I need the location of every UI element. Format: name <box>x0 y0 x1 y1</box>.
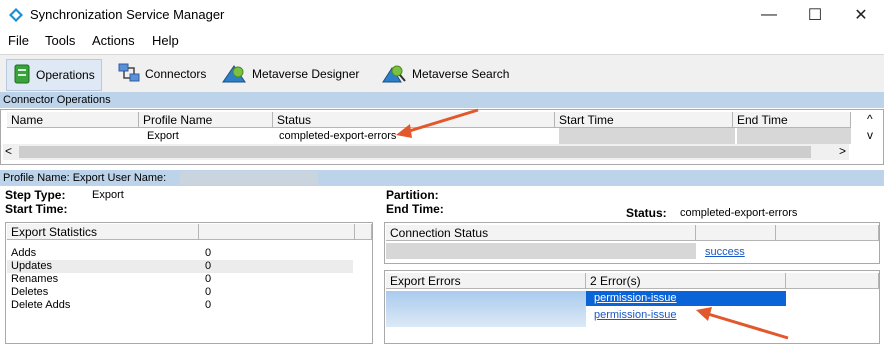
partition-label: Partition: <box>386 188 439 202</box>
step-type-value: Export <box>92 189 124 201</box>
scrollbar-thumb[interactable] <box>19 146 811 158</box>
stat-value: 0 <box>205 260 212 272</box>
row-status: completed-export-errors <box>279 130 397 142</box>
title-bar: Synchronization Service Manager — ☐ ✕ <box>0 0 884 30</box>
metaverse-designer-icon <box>221 62 247 87</box>
operations-label: Operations <box>36 68 95 82</box>
stat-value: 0 <box>205 247 212 259</box>
error-link[interactable]: permission-issue <box>594 309 677 321</box>
connectors-button[interactable]: Connectors <box>112 59 212 89</box>
connection-status-header[interactable]: Connection Status <box>386 225 696 241</box>
stat-label: Delete Adds <box>11 299 71 311</box>
metaverse-search-button[interactable]: Metaverse Search <box>375 59 515 89</box>
export-errors-panel: Export Errors 2 Error(s) permission-issu… <box>384 270 880 344</box>
menu-help[interactable]: Help <box>152 33 179 48</box>
close-button[interactable]: ✕ <box>838 0 884 30</box>
row-end-time <box>737 128 851 144</box>
connection-status-panel: Connection Status success <box>384 222 880 264</box>
success-link[interactable]: success <box>705 246 745 258</box>
connection-status-col3-header <box>776 225 879 241</box>
step-type-label: Step Type: <box>5 188 66 202</box>
scroll-up-icon[interactable]: ^ <box>867 112 873 126</box>
column-status[interactable]: Status <box>273 112 555 128</box>
menu-tools[interactable]: Tools <box>45 33 75 48</box>
redacted-connection <box>386 243 696 259</box>
menu-actions[interactable]: Actions <box>92 33 135 48</box>
stat-label: Updates <box>11 260 52 272</box>
scroll-right-icon[interactable]: > <box>839 144 846 158</box>
export-statistics-value-header[interactable] <box>199 224 355 240</box>
error-link[interactable]: permission-issue <box>594 292 677 304</box>
menu-bar: File Tools Actions Help <box>0 30 884 52</box>
stat-label: Renames <box>11 273 59 285</box>
window-title: Synchronization Service Manager <box>30 7 225 22</box>
sync-service-logo-icon <box>9 8 23 22</box>
export-statistics-header[interactable]: Export Statistics <box>7 224 199 240</box>
row-profile-name: Export <box>147 130 179 142</box>
list-item[interactable]: Renames 0 <box>7 273 353 286</box>
table-row[interactable]: Export completed-export-errors <box>5 128 851 144</box>
status-label: Status: <box>626 206 667 220</box>
horizontal-scrollbar[interactable]: < > <box>3 144 849 160</box>
operations-button[interactable]: Operations <box>6 59 102 91</box>
export-statistics-extra-header <box>355 224 372 240</box>
column-end-time[interactable]: End Time <box>733 112 851 128</box>
list-item[interactable]: Delete Adds 0 <box>7 299 353 312</box>
export-errors-header[interactable]: Export Errors <box>386 273 586 289</box>
column-start-time[interactable]: Start Time <box>555 112 733 128</box>
list-item[interactable]: Deletes 0 <box>7 286 353 299</box>
metaverse-designer-button[interactable]: Metaverse Designer <box>215 59 365 89</box>
error-item-selected[interactable]: permission-issue <box>586 291 786 306</box>
column-name[interactable]: Name <box>7 112 139 128</box>
stat-label: Adds <box>11 247 37 259</box>
toolbar: Operations Connectors Metaverse Designer… <box>0 54 884 94</box>
row-start-time <box>559 128 735 144</box>
connector-operations-grid: Name Profile Name Status Start Time End … <box>0 109 884 165</box>
menu-file[interactable]: File <box>8 33 29 48</box>
row-name <box>7 128 139 144</box>
column-profile-name[interactable]: Profile Name <box>139 112 273 128</box>
error-item[interactable]: permission-issue <box>586 308 786 323</box>
connectors-label: Connectors <box>145 67 207 81</box>
minimize-button[interactable]: — <box>746 0 792 30</box>
redacted-user-name <box>180 171 318 185</box>
list-item[interactable]: Adds 0 <box>7 247 353 260</box>
metaverse-designer-label: Metaverse Designer <box>252 67 360 81</box>
connection-status-col2-header <box>696 225 776 241</box>
scroll-left-icon[interactable]: < <box>5 144 12 158</box>
export-errors-extra-header <box>786 273 879 289</box>
profile-bar-text: Profile Name: Export User Name: <box>3 172 167 184</box>
connector-operations-header: Connector Operations <box>0 92 884 108</box>
maximize-button[interactable]: ☐ <box>792 0 838 30</box>
list-item[interactable]: Updates 0 <box>7 260 353 273</box>
metaverse-search-icon <box>381 62 407 87</box>
export-statistics-panel: Export Statistics Adds 0 Updates 0 Renam… <box>5 222 373 344</box>
metaverse-search-label: Metaverse Search <box>412 67 510 81</box>
profile-bar: Profile Name: Export User Name: <box>0 170 884 186</box>
scroll-down-icon[interactable]: v <box>867 128 873 142</box>
status-value: completed-export-errors <box>680 207 798 219</box>
operations-icon <box>13 64 31 87</box>
stat-label: Deletes <box>11 286 49 298</box>
stat-value: 0 <box>205 273 212 285</box>
export-errors-selected-row[interactable] <box>386 291 586 327</box>
stat-value: 0 <box>205 299 212 311</box>
end-time-label: End Time: <box>386 202 444 216</box>
start-time-label: Start Time: <box>5 202 68 216</box>
stat-value: 0 <box>205 286 212 298</box>
connectors-icon <box>118 62 140 87</box>
export-errors-count[interactable]: 2 Error(s) <box>586 273 786 289</box>
